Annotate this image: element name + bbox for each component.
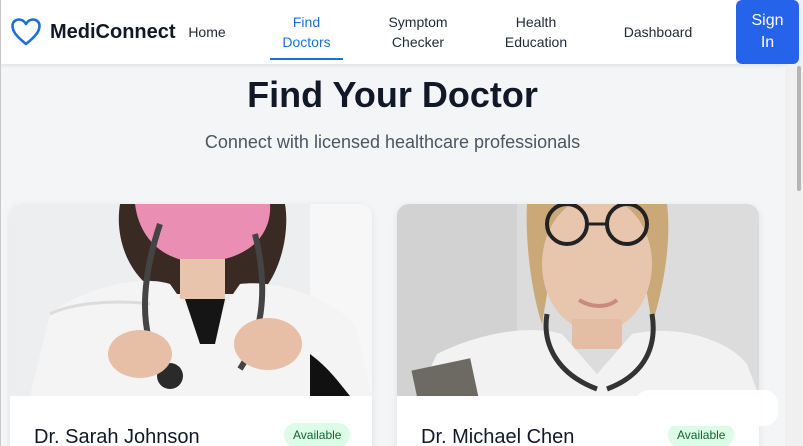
sign-in-label-line2: In (760, 34, 775, 51)
scrollbar[interactable] (785, 0, 803, 446)
doctor-photo (10, 204, 372, 396)
nav-find-doctors-label-line1: Find (292, 14, 321, 30)
doctor-name[interactable]: Dr. Michael Chen (421, 426, 574, 446)
overlay-glare (635, 390, 778, 426)
nav-symptom-checker-label-line1: Symptom (388, 14, 448, 30)
nav-find-doctors[interactable]: Find Doctors (270, 0, 343, 64)
sign-in-button[interactable]: Sign In (736, 0, 799, 64)
availability-badge: Available (668, 423, 735, 446)
nav-symptom-checker[interactable]: Symptom Checker (378, 0, 458, 64)
availability-badge: Available (284, 423, 351, 446)
nav-home-label: Home (188, 24, 226, 40)
window-edge (0, 0, 1, 446)
scrollbar-thumb[interactable] (797, 66, 801, 191)
doctor-photo (397, 204, 759, 396)
doctor-card[interactable]: Dr. Sarah Johnson Available (10, 204, 372, 446)
nav-health-education-label-line1: Health (515, 14, 557, 30)
nav-dashboard[interactable]: Dashboard (614, 0, 702, 64)
page-title: Find Your Doctor (247, 74, 538, 115)
active-nav-indicator (270, 58, 343, 60)
nav-dashboard-label: Dashboard (623, 24, 693, 40)
sign-in-label-line1: Sign (751, 12, 784, 29)
page-subtitle: Connect with licensed healthcare profess… (204, 132, 581, 152)
nav-health-education-label-line2: Education (504, 34, 568, 50)
nav-symptom-checker-label-line2: Checker (391, 34, 445, 50)
nav-health-education[interactable]: Health Education (496, 0, 576, 64)
heart-icon (11, 18, 41, 46)
nav-home[interactable]: Home (181, 0, 233, 64)
nav-find-doctors-label-line2: Doctors (282, 34, 331, 50)
logo[interactable]: MediConnect (10, 16, 176, 48)
brand-name: MediConnect (50, 20, 176, 43)
top-navigation-bar: MediConnect Home Find Doctors Symptom Ch… (0, 0, 799, 64)
doctor-name[interactable]: Dr. Sarah Johnson (34, 426, 200, 446)
